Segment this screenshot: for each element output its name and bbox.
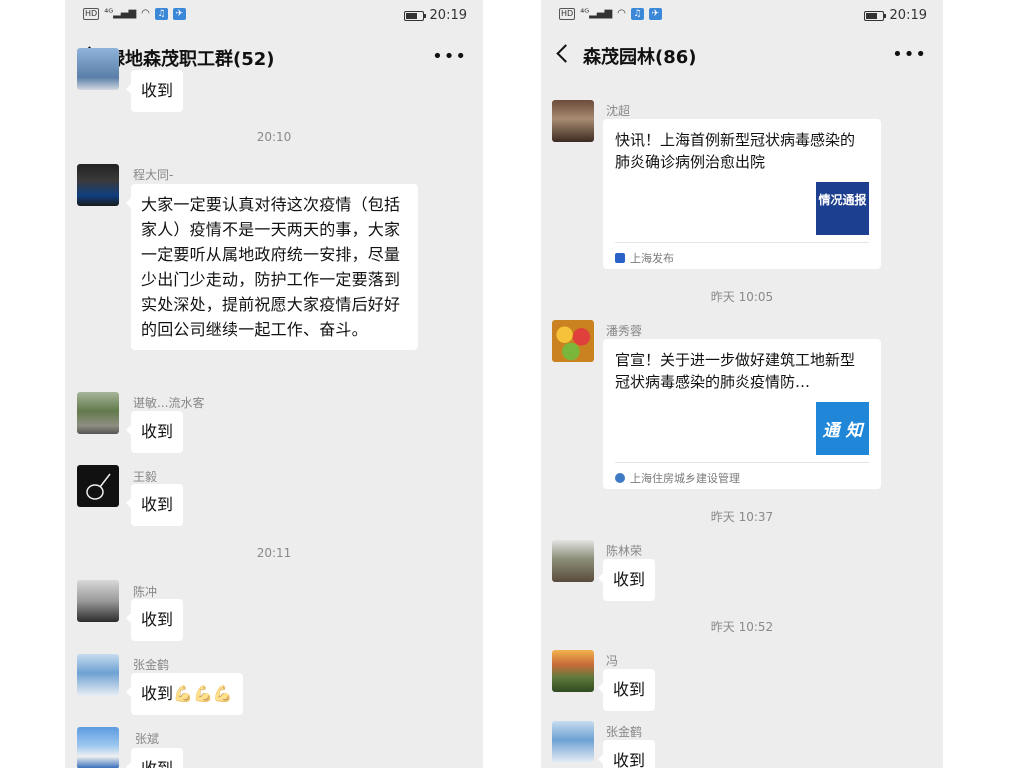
- article-thumbnail: 情况通报: [816, 182, 869, 235]
- chat-header: 森茂园林(86) •••: [541, 32, 943, 78]
- source-name: 上海住房城乡建设管理: [630, 472, 740, 485]
- app-notification-icon: ✈: [648, 8, 662, 20]
- chat-window-right: HD ⁴ᴳ▂▄▆ ◠ ♫ ✈ 20:19 森茂园林(86) ••• 沈超 快讯！…: [541, 0, 943, 768]
- wifi-icon: ◠: [141, 8, 150, 19]
- avatar[interactable]: [552, 540, 594, 582]
- avatar[interactable]: [77, 465, 119, 507]
- sender-name: 张金鹤: [133, 658, 170, 672]
- app-notification-icon: ✈: [172, 8, 186, 20]
- battery-icon: [863, 10, 886, 21]
- sender-name: 冯: [606, 654, 619, 668]
- battery-icon: [403, 10, 426, 21]
- message-text: 大家一定要认真对待这次疫情（包括家人）疫情不是一天两天的事，大家一定要听从属地政…: [141, 195, 401, 339]
- signal-icon: ⁴ᴳ▂▄▆: [580, 8, 613, 19]
- avatar[interactable]: [77, 727, 119, 768]
- thumbnail-text: 情况通报: [818, 193, 867, 207]
- card-divider: [615, 242, 869, 243]
- message-bubble[interactable]: 收到: [597, 669, 656, 711]
- message-bubble[interactable]: 收到: [125, 484, 184, 526]
- timestamp: 昨天 10:52: [710, 620, 774, 634]
- chat-window-left: HD ⁴ᴳ▂▄▆ ◠ ♫ ✈ 20:19 绿地森茂职工群(52) ••• 收到 …: [65, 0, 483, 768]
- status-bar: HD ⁴ᴳ▂▄▆ ◠ ♫ ✈ 20:19: [65, 0, 483, 34]
- message-text: 收到: [613, 570, 646, 589]
- source-name: 上海发布: [630, 252, 674, 265]
- message-bubble[interactable]: 收到: [125, 411, 184, 453]
- timestamp: 昨天 10:37: [710, 510, 774, 524]
- avatar[interactable]: [552, 100, 594, 142]
- status-time: 20:19: [889, 8, 927, 23]
- app-notification-icon: ♫: [630, 8, 644, 20]
- card-divider: [615, 462, 869, 463]
- timestamp: 20:11: [256, 546, 292, 560]
- chat-header: 绿地森茂职工群(52) •••: [65, 34, 483, 80]
- chat-title: 森茂园林(86): [583, 47, 697, 68]
- publisher-icon: [615, 253, 625, 263]
- sender-name: 谌敏...流水客: [133, 396, 205, 410]
- message-list[interactable]: 沈超 快讯！上海首例新型冠状病毒感染的肺炎确诊病例治愈出院 情况通报 上海发布 …: [541, 78, 943, 768]
- flexed-biceps-icon: 💪💪💪: [173, 684, 233, 703]
- avatar[interactable]: [77, 392, 119, 434]
- timestamp: 昨天 10:05: [710, 290, 774, 304]
- message-text: 收到: [613, 751, 646, 768]
- status-icons: HD ⁴ᴳ▂▄▆ ◠ ♫ ✈: [83, 8, 186, 20]
- message-text: 收到: [141, 759, 173, 768]
- article-card[interactable]: 官宣！关于进一步做好建筑工地新型冠状病毒感染的肺炎疫情防… 通 知 上海住房城乡…: [603, 339, 881, 489]
- article-source: 上海住房城乡建设管理: [615, 470, 740, 486]
- message-text: 收到: [141, 81, 174, 100]
- sender-name: 王毅: [133, 470, 158, 484]
- thumbnail-text: 通 知: [822, 421, 863, 441]
- message-bubble[interactable]: 大家一定要认真对待这次疫情（包括家人）疫情不是一天两天的事，大家一定要听从属地政…: [126, 184, 418, 350]
- app-notification-icon: ♫: [154, 8, 168, 20]
- chat-title: 绿地森茂职工群(52): [107, 49, 275, 70]
- message-bubble[interactable]: 收到: [597, 559, 656, 601]
- signal-icon: ⁴ᴳ▂▄▆: [104, 8, 137, 19]
- message-bubble[interactable]: 收到: [597, 740, 656, 768]
- back-arrow-icon[interactable]: [555, 44, 569, 62]
- message-bubble[interactable]: 收到: [125, 599, 184, 641]
- hd-icon: HD: [83, 8, 100, 20]
- avatar[interactable]: [77, 48, 119, 90]
- guitar-logo-icon: [86, 473, 111, 500]
- sender-name: 陈林荣: [606, 544, 643, 558]
- message-text: 收到: [141, 495, 174, 514]
- sender-name: 张金鹤: [606, 725, 643, 739]
- message-text: 收到: [141, 422, 174, 441]
- sender-name: 陈冲: [133, 585, 158, 599]
- article-title: 快讯！上海首例新型冠状病毒感染的肺炎确诊病例治愈出院: [615, 131, 856, 171]
- message-text: 收到: [613, 680, 646, 699]
- sender-name: 张斌: [135, 732, 160, 746]
- avatar[interactable]: [552, 320, 594, 362]
- avatar[interactable]: [552, 721, 594, 763]
- message-bubble[interactable]: 收到: [125, 748, 184, 768]
- article-thumbnail: 通 知: [816, 402, 869, 455]
- status-icons: HD ⁴ᴳ▂▄▆ ◠ ♫ ✈: [559, 8, 662, 20]
- message-bubble[interactable]: 收到💪💪💪: [126, 673, 243, 715]
- timestamp: 20:10: [256, 130, 292, 144]
- publisher-icon: [615, 473, 625, 483]
- article-title: 官宣！关于进一步做好建筑工地新型冠状病毒感染的肺炎疫情防…: [615, 351, 856, 391]
- avatar[interactable]: [77, 164, 119, 206]
- more-options-icon[interactable]: •••: [432, 46, 467, 67]
- hd-icon: HD: [559, 8, 576, 20]
- avatar[interactable]: [77, 580, 119, 622]
- message-list[interactable]: 收到 20:10 程大同- 大家一定要认真对待这次疫情（包括家人）疫情不是一天两…: [65, 48, 483, 768]
- article-card[interactable]: 快讯！上海首例新型冠状病毒感染的肺炎确诊病例治愈出院 情况通报 上海发布: [603, 119, 881, 269]
- sender-name: 潘秀蓉: [606, 324, 643, 338]
- status-bar: HD ⁴ᴳ▂▄▆ ◠ ♫ ✈ 20:19: [541, 0, 943, 34]
- avatar[interactable]: [77, 654, 119, 696]
- status-time: 20:19: [429, 8, 467, 23]
- wifi-icon: ◠: [617, 8, 626, 19]
- sender-name: 程大同-: [133, 168, 174, 182]
- article-source: 上海发布: [615, 250, 674, 266]
- avatar[interactable]: [552, 650, 594, 692]
- message-text: 收到: [141, 684, 174, 703]
- sender-name: 沈超: [606, 104, 631, 118]
- message-text: 收到: [141, 610, 174, 629]
- message-bubble[interactable]: 收到: [125, 70, 184, 112]
- more-options-icon[interactable]: •••: [892, 44, 927, 65]
